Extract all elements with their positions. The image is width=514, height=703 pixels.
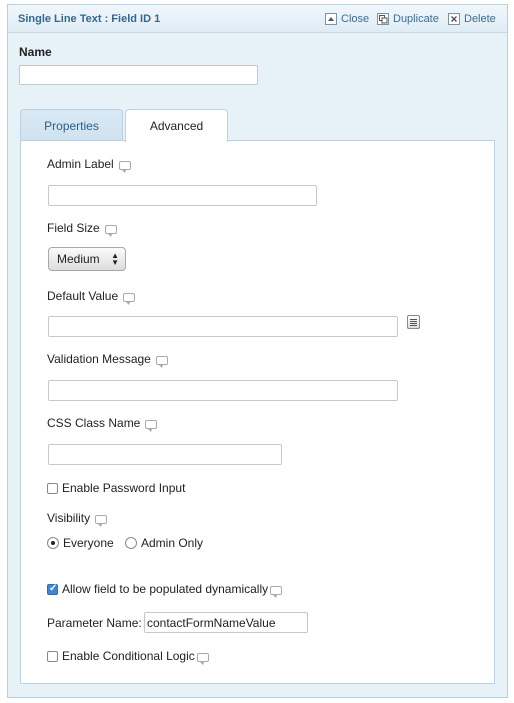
name-label: Name (19, 45, 52, 59)
panel-header: Single Line Text : Field ID 1 Close Dupl… (8, 5, 507, 33)
delete-button[interactable]: Delete (448, 12, 496, 26)
advanced-tab-content: Admin Label Field Size Medium ▲ ▼ Default… (20, 140, 495, 684)
tab-advanced[interactable]: Advanced (125, 109, 228, 142)
close-button[interactable]: Close (325, 12, 369, 26)
validation-message-label: Validation Message (47, 352, 151, 366)
enable-password-checkbox[interactable] (47, 482, 58, 494)
parameter-name-input[interactable] (144, 612, 308, 633)
css-class-row: CSS Class Name (47, 416, 158, 432)
merge-tags-icon[interactable] (407, 315, 420, 329)
default-value-row: Default Value (47, 289, 136, 305)
parameter-name-row: Parameter Name: (47, 616, 142, 630)
conditional-logic-checkbox[interactable] (47, 650, 58, 662)
tooltip-icon[interactable] (123, 292, 136, 305)
populate-dynamic-checkbox[interactable] (47, 583, 58, 595)
panel-title: Single Line Text : Field ID 1 (18, 13, 161, 25)
default-value-input[interactable] (48, 316, 398, 337)
populate-dynamic-row[interactable]: Allow field to be populated dynamically (47, 582, 283, 598)
enable-password-row[interactable]: Enable Password Input (47, 481, 185, 495)
default-value-label: Default Value (47, 289, 119, 303)
close-label: Close (341, 13, 370, 25)
field-size-label: Field Size (47, 221, 100, 235)
visibility-admin-radio[interactable] (125, 537, 137, 549)
admin-label-input[interactable] (48, 185, 317, 206)
select-arrows-icon: ▲ ▼ (111, 251, 119, 267)
field-size-value: Medium (57, 252, 100, 266)
tab-properties[interactable]: Properties (20, 109, 123, 141)
field-size-select[interactable]: Medium ▲ ▼ (48, 247, 126, 271)
field-settings-panel: Single Line Text : Field ID 1 Close Dupl… (7, 4, 508, 698)
duplicate-icon (377, 13, 389, 25)
admin-label-row: Admin Label (47, 157, 131, 173)
tooltip-icon[interactable] (95, 514, 108, 527)
admin-label-label: Admin Label (47, 157, 114, 171)
tooltip-icon[interactable] (270, 585, 283, 598)
tab-properties-label: Properties (44, 118, 99, 133)
delete-label: Delete (464, 13, 496, 25)
parameter-name-label: Parameter Name: (47, 616, 142, 630)
visibility-label: Visibility (47, 511, 91, 525)
duplicate-label: Duplicate (393, 13, 439, 25)
populate-dynamic-label: Allow field to be populated dynamically (62, 582, 269, 596)
css-class-label: CSS Class Name (47, 416, 141, 430)
tooltip-icon[interactable] (196, 652, 209, 665)
tooltip-icon[interactable] (145, 419, 158, 432)
css-class-input[interactable] (48, 444, 282, 465)
tooltip-icon[interactable] (118, 160, 131, 173)
delete-icon (448, 13, 460, 25)
enable-password-label: Enable Password Input (62, 481, 186, 495)
field-size-row: Field Size (47, 221, 117, 237)
collapse-up-icon (325, 13, 337, 25)
validation-message-row: Validation Message (47, 352, 168, 368)
tab-advanced-label: Advanced (149, 119, 204, 133)
tooltip-icon[interactable] (104, 224, 117, 237)
validation-message-input[interactable] (48, 380, 398, 401)
tooltip-icon[interactable] (155, 355, 168, 368)
visibility-row: Visibility (47, 511, 108, 527)
duplicate-button[interactable]: Duplicate (377, 12, 439, 26)
visibility-everyone-label: Everyone (63, 536, 114, 550)
name-input[interactable] (19, 65, 258, 85)
visibility-admin-option[interactable]: Admin Only (125, 536, 203, 550)
visibility-everyone-option[interactable]: Everyone (47, 536, 114, 550)
visibility-everyone-radio[interactable] (47, 537, 59, 549)
conditional-logic-label: Enable Conditional Logic (62, 649, 195, 663)
visibility-admin-label: Admin Only (141, 536, 204, 550)
conditional-logic-row[interactable]: Enable Conditional Logic (47, 649, 209, 665)
